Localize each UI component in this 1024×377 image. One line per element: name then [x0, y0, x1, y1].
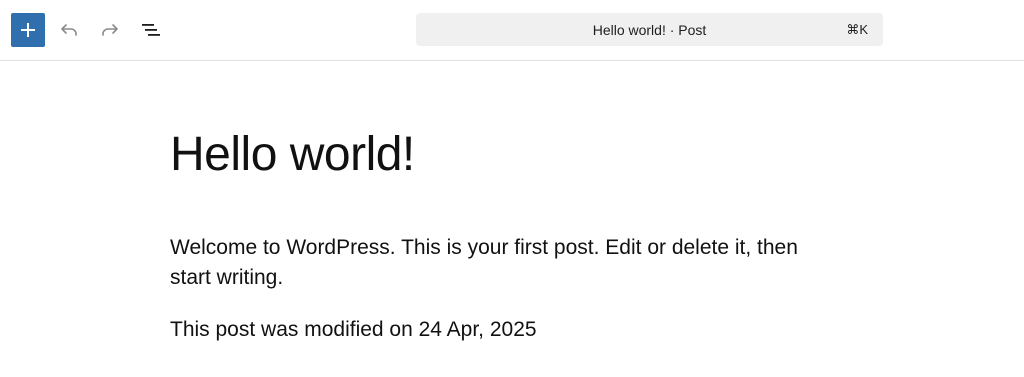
add-block-button[interactable] [11, 13, 45, 47]
post-title[interactable]: Hello world! [170, 127, 415, 183]
paragraph-block[interactable]: Welcome to WordPress. This is your first… [170, 233, 830, 293]
list-view-icon [142, 24, 160, 36]
undo-icon [61, 24, 77, 36]
redo-button[interactable] [93, 13, 127, 47]
keyboard-shortcut-hint: ⌘K [846, 22, 868, 37]
paragraph-block[interactable]: This post was modified on 24 Apr, 2025 [170, 315, 830, 345]
document-title: Hello world! · Post [592, 21, 707, 38]
editor-canvas: Hello world! Welcome to WordPress. This … [0, 61, 1024, 377]
plus-icon [21, 23, 35, 37]
editor-toolbar: Hello world! · Post ⌘K [0, 0, 1024, 61]
command-palette-bar[interactable]: Hello world! · Post ⌘K [416, 13, 883, 46]
redo-icon [102, 24, 118, 36]
document-overview-button[interactable] [134, 13, 168, 47]
undo-button[interactable] [52, 13, 86, 47]
